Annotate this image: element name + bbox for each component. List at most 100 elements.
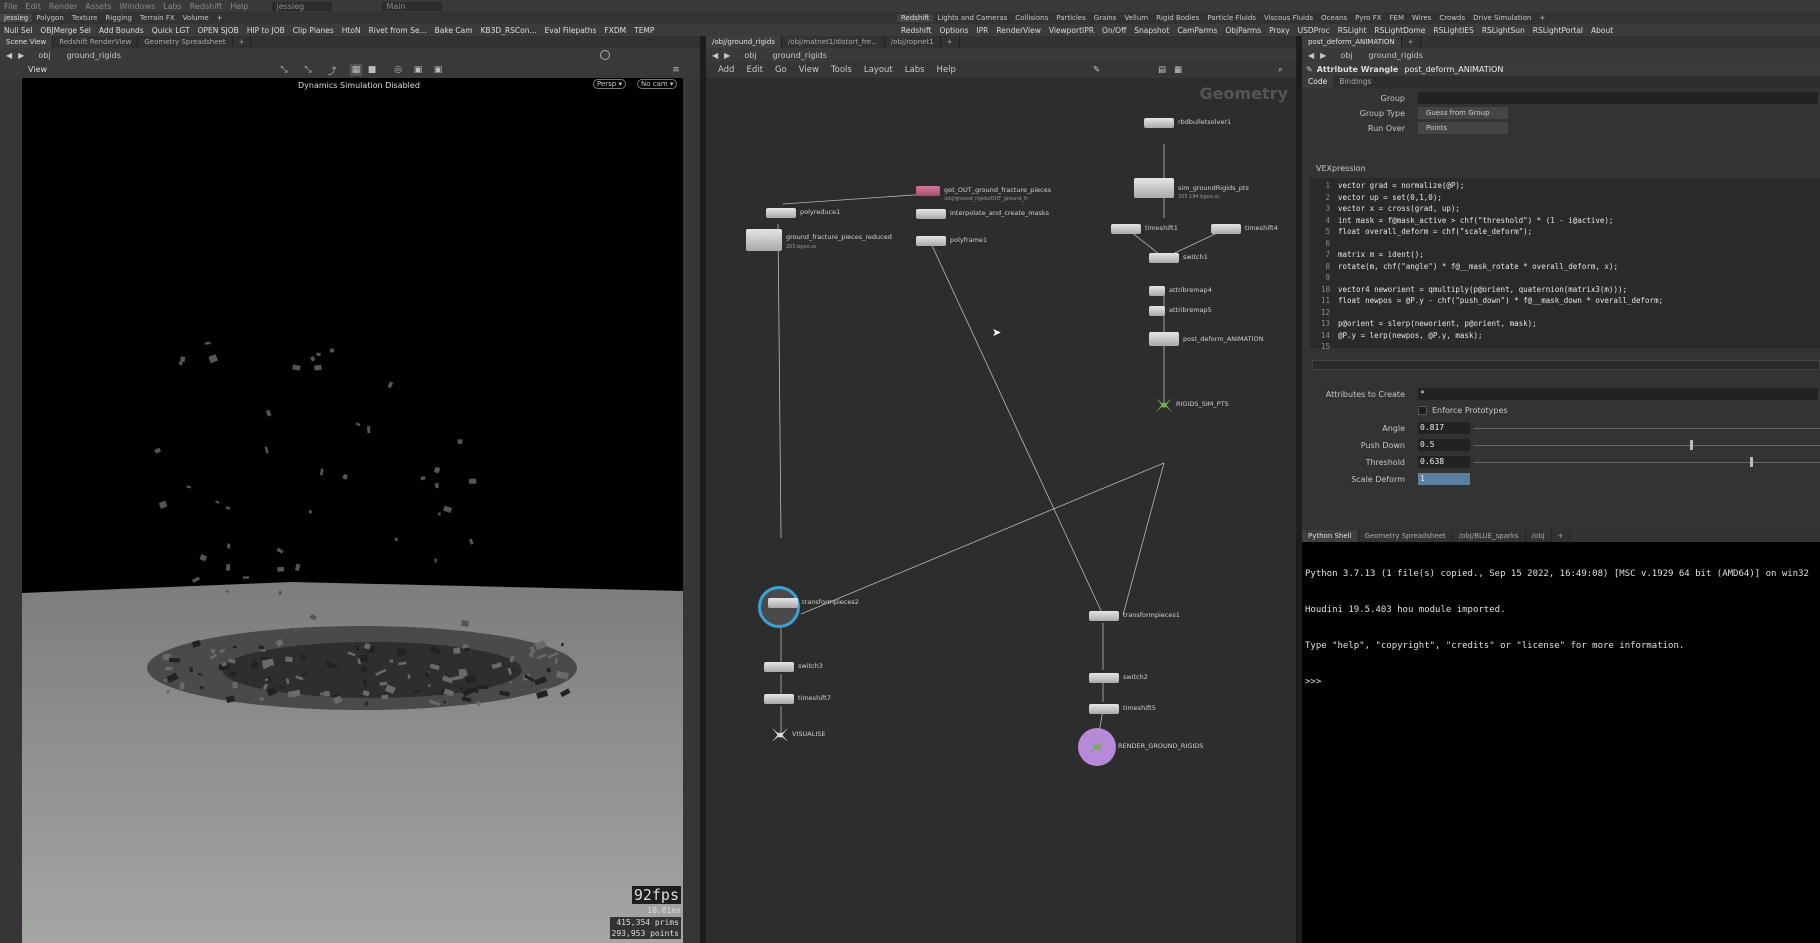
shelf-btn-clip-planes[interactable]: Clip Planes <box>289 26 338 35</box>
menu-labs[interactable]: Labs <box>159 2 186 11</box>
shelf-tab-viscous-fluids[interactable]: Viscous Fluids <box>1260 14 1317 22</box>
menu-file[interactable]: File <box>0 2 21 11</box>
persp-menu[interactable]: Persp ▾ <box>593 79 626 89</box>
shelf-btn-eval-filepaths[interactable]: Eval Filepaths <box>541 26 601 35</box>
angle-field[interactable]: 0.817 <box>1418 422 1470 434</box>
rs-btn-rslightsun[interactable]: RSLightSun <box>1478 26 1529 35</box>
shelf-btn-temp[interactable]: TEMP <box>630 26 658 35</box>
shelf-tab-terrainfx[interactable]: Terrain FX <box>136 14 179 22</box>
shelf-tab-rigid-bodies[interactable]: Rigid Bodies <box>1152 14 1203 22</box>
forward-arrow-icon[interactable]: ▶ <box>18 51 24 60</box>
shelf-tab-lights[interactable]: Lights and Cameras <box>933 14 1011 22</box>
wireframe-icon[interactable]: ▦ <box>350 64 362 76</box>
shelf-tab-particle-fluids[interactable]: Particle Fluids <box>1203 14 1260 22</box>
tab-geometry-spreadsheet-2[interactable]: Geometry Spreadsheet <box>1359 530 1453 542</box>
shelf-tab-pyrofx[interactable]: Pyro FX <box>1351 14 1385 22</box>
camera-icon[interactable]: ▣ <box>432 64 444 76</box>
back-arrow-icon[interactable]: ◀ <box>6 51 12 60</box>
rs-btn-ipr[interactable]: IPR <box>972 26 992 35</box>
snap-icon[interactable]: ⤴ <box>326 64 338 77</box>
tab-python-shell[interactable]: Python Shell <box>1302 530 1359 542</box>
list-view-icon[interactable]: ▤ <box>1158 65 1166 75</box>
code-line[interactable]: 1 vector grad = normalize(@P); <box>1310 181 1464 192</box>
tab-add-params[interactable]: + <box>1402 36 1421 48</box>
shelf-btn-rivet[interactable]: Rivet from Se... <box>365 26 431 35</box>
network-canvas[interactable]: Geometry rbdbulletsolver1 sim_groundRigi… <box>706 78 1296 943</box>
viewport-options-icon[interactable]: ≡ <box>670 64 682 76</box>
threshold-slider[interactable] <box>1474 462 1820 463</box>
push-down-slider[interactable] <box>1474 445 1820 446</box>
desktop-select[interactable]: jessieg <box>272 1 333 11</box>
path-segment-ground-rigids[interactable]: ground_rigids <box>67 51 121 60</box>
rs-btn-renderview[interactable]: RenderView <box>992 26 1045 35</box>
shelf-tab-grains[interactable]: Grains <box>1090 14 1121 22</box>
shelf-tab-vellum[interactable]: Vellum <box>1120 14 1152 22</box>
shelf-tab-drive-sim[interactable]: Drive Simulation <box>1469 14 1535 22</box>
path-segment-ground-rigids[interactable]: ground_rigids <box>773 51 827 60</box>
node-name-field[interactable]: post_deform_ANIMATION <box>1404 65 1503 74</box>
shading-icon[interactable]: ■ <box>366 64 378 76</box>
net-menu-layout[interactable]: Layout <box>864 65 893 75</box>
shelf-btn-kb3d[interactable]: KB3D_RSCon... <box>477 26 541 35</box>
net-menu-tools[interactable]: Tools <box>831 65 852 75</box>
shelf-tab-oceans[interactable]: Oceans <box>1317 14 1351 22</box>
code-line[interactable]: 10 vector4 neworient = qmultiply(p@orient… <box>1310 285 1627 296</box>
shelf-tab-add-right[interactable]: + <box>1535 14 1549 22</box>
shelf-tab-wires[interactable]: Wires <box>1408 14 1435 22</box>
code-line[interactable]: 2 vector up = set(0,1,0); <box>1310 193 1441 204</box>
rs-btn-viewportipr[interactable]: ViewportIPR <box>1045 26 1098 35</box>
select-tool-icon[interactable]: ⤡ <box>278 64 290 76</box>
shelf-btn-fxdm[interactable]: FXDM <box>600 26 630 35</box>
rs-btn-proxy[interactable]: Proxy <box>1265 26 1294 35</box>
viewport-3d-scene[interactable]: ⊾ 92fps 10.81ms 415,354 prims 293,953 po… <box>22 92 683 943</box>
rs-btn-camparms[interactable]: CamParms <box>1173 26 1221 35</box>
subtab-code[interactable]: Code <box>1302 76 1334 88</box>
tab-distort-fre[interactable]: /obj/matnet1/distort_fre... <box>782 36 885 48</box>
subtab-bindings[interactable]: Bindings <box>1333 76 1377 88</box>
code-line[interactable]: 11 float newpos = @P.y - chf("push_down")… <box>1310 296 1663 307</box>
forward-arrow-icon[interactable]: ▶ <box>724 51 730 60</box>
shelf-tab-collisions[interactable]: Collisions <box>1011 14 1052 22</box>
shelf-tab-particles[interactable]: Particles <box>1052 14 1090 22</box>
shelf-tab-add[interactable]: + <box>213 14 227 22</box>
net-menu-help[interactable]: Help <box>937 65 956 75</box>
rs-btn-usdproc[interactable]: USDProc <box>1294 26 1334 35</box>
code-line[interactable]: 3 vector x = cross(grad, up); <box>1310 204 1459 215</box>
menu-edit[interactable]: Edit <box>21 2 45 11</box>
angle-slider[interactable] <box>1474 428 1820 429</box>
prompt-line[interactable]: >>> <box>1305 676 1809 688</box>
code-line[interactable]: 13 p@orient = slerp(neworient, p@orient, … <box>1310 319 1537 330</box>
rs-btn-rslighties[interactable]: RSLightIES <box>1429 26 1477 35</box>
shelf-btn-hip-to-job[interactable]: HIP to JOB <box>243 26 289 35</box>
back-arrow-icon[interactable]: ◀ <box>1308 51 1314 60</box>
search-icon[interactable]: ⌕ <box>1278 65 1283 75</box>
attributes-to-create-field[interactable]: * <box>1418 388 1818 400</box>
menu-assets[interactable]: Assets <box>81 2 115 11</box>
rs-btn-objparms[interactable]: ObjParms <box>1221 26 1265 35</box>
path-segment-obj[interactable]: obj <box>1340 51 1352 60</box>
shelf-btn-quick-lgt[interactable]: Quick LGT <box>148 26 194 35</box>
run-over-menu[interactable]: Points <box>1418 122 1508 134</box>
group-field[interactable] <box>1418 92 1818 104</box>
shelf-set-select[interactable]: Main <box>382 1 443 11</box>
tab-obj[interactable]: /obj <box>1526 530 1552 542</box>
forward-arrow-icon[interactable]: ▶ <box>1320 51 1326 60</box>
tab-add[interactable]: + <box>233 36 252 48</box>
ghost-icon[interactable]: ◎ <box>392 64 404 76</box>
shelf-tab-volume[interactable]: Volume <box>179 14 213 22</box>
push-down-knob[interactable] <box>1690 440 1693 450</box>
shelf-tab-polygon[interactable]: Polygon <box>32 14 68 22</box>
shelf-tab-redshift[interactable]: Redshift <box>897 14 934 22</box>
code-line[interactable]: 7 matrix m = ident(); <box>1310 250 1423 261</box>
code-line[interactable]: 15 <box>1310 342 1338 353</box>
shelf-tab-rigging[interactable]: Rigging <box>101 14 136 22</box>
path-segment-obj[interactable]: obj <box>38 51 50 60</box>
code-line[interactable]: 14 @P.y = lerp(newpos, @P.y, mask); <box>1310 331 1483 342</box>
net-menu-add[interactable]: Add <box>718 65 734 75</box>
tab-add-console[interactable]: + <box>1552 530 1571 542</box>
shelf-btn-objmerge[interactable]: OBJMerge Sel <box>36 26 95 35</box>
code-splitter[interactable] <box>1312 360 1820 370</box>
code-line[interactable]: 9 <box>1310 273 1338 284</box>
tab-ropnet1[interactable]: /obj/ropnet1 <box>885 36 941 48</box>
rs-btn-options[interactable]: Options <box>935 26 972 35</box>
